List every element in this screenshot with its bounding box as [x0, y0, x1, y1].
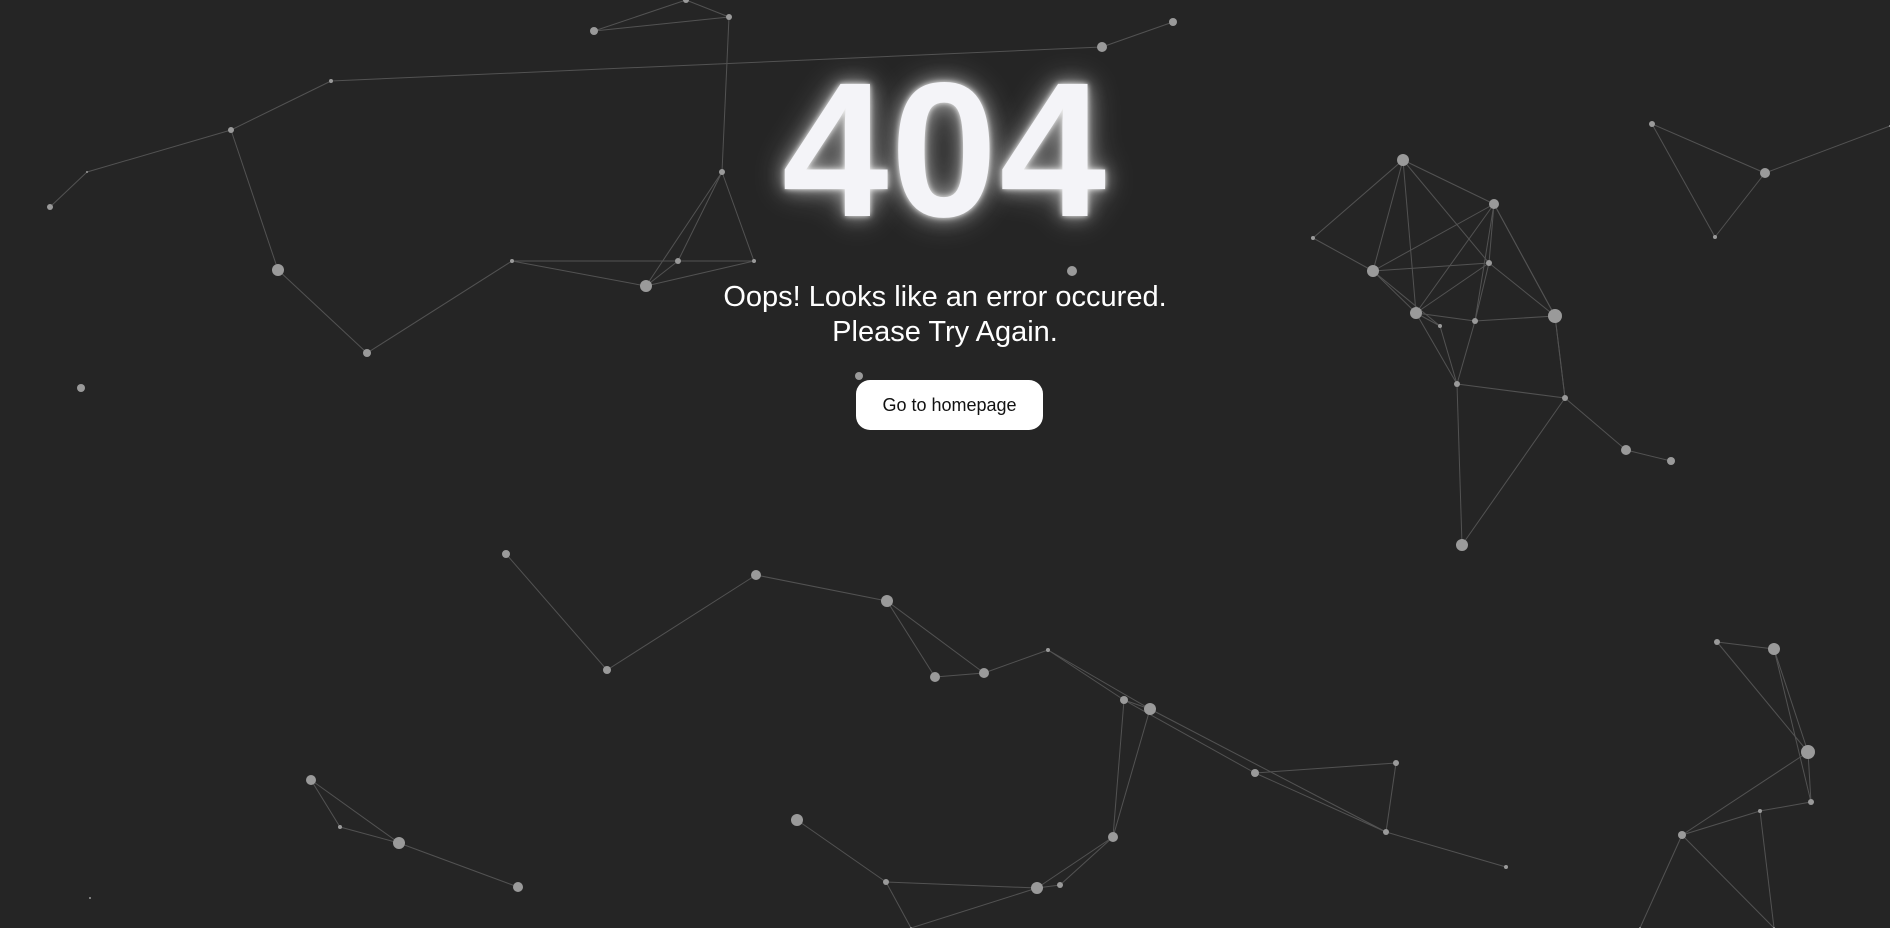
error-page: 404 Oops! Looks like an error occured. P…: [0, 0, 1890, 928]
error-message-line-1: Oops! Looks like an error occured.: [723, 281, 1167, 313]
error-message-line-2: Please Try Again.: [832, 316, 1058, 348]
error-code: 404: [781, 42, 1109, 257]
go-to-homepage-button[interactable]: Go to homepage: [856, 380, 1043, 430]
error-message: Oops! Looks like an error occured. Pleas…: [0, 280, 1890, 350]
